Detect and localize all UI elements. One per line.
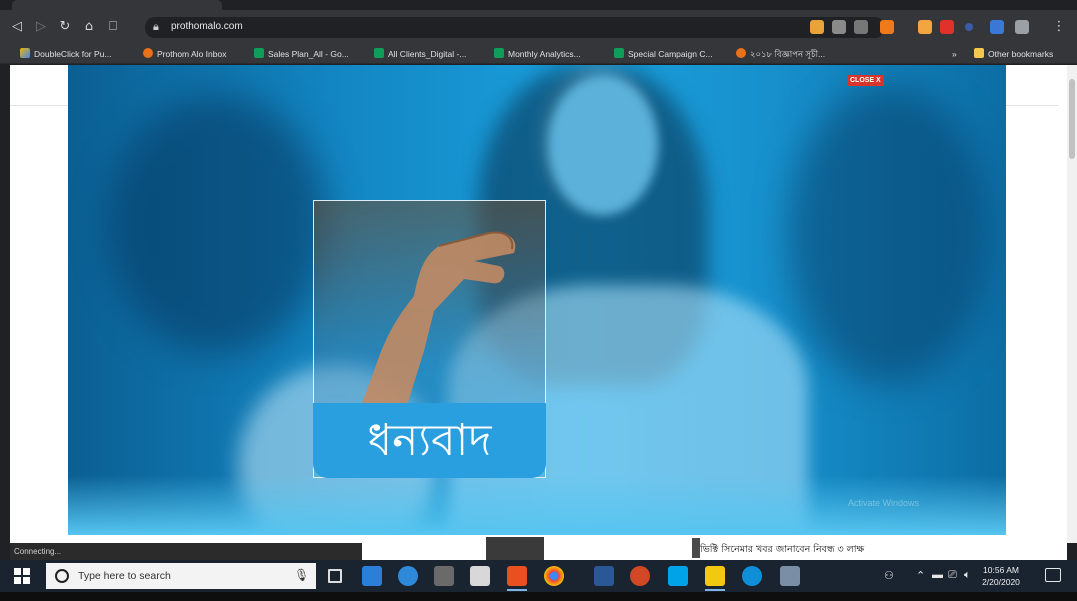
word-icon[interactable] bbox=[594, 566, 614, 586]
action-center-icon[interactable] bbox=[1045, 568, 1061, 582]
status-bubble: Connecting... bbox=[10, 543, 362, 560]
mail-icon[interactable] bbox=[470, 566, 490, 586]
sticky-notes-icon[interactable] bbox=[705, 566, 725, 591]
sheets-icon bbox=[374, 48, 384, 58]
edge-icon[interactable] bbox=[398, 566, 418, 586]
bookmarks-bar: DoubleClick for Pu... Prothom Alo Inbox … bbox=[0, 44, 1077, 64]
extension-icon[interactable] bbox=[918, 20, 932, 34]
bookmark-item[interactable]: Special Campaign C... bbox=[614, 47, 713, 61]
news-thumbnail[interactable] bbox=[486, 537, 544, 560]
folder-icon bbox=[974, 48, 984, 58]
windows-taskbar: Type here to search 🎙︎ ⚇ ⌃ ▬ ⎚ 🔈︎ 10:56 … bbox=[0, 560, 1077, 592]
windows-start-icon[interactable] bbox=[14, 568, 30, 584]
skype-app-icon[interactable] bbox=[742, 566, 762, 586]
news-strip: ভিক্টি সিনেমার খবর জানাবেন নিবন্ধ ৩ লাক্… bbox=[362, 535, 1067, 560]
zoom-icon[interactable] bbox=[854, 20, 868, 34]
bookmark-item[interactable]: All Clients_Digital -... bbox=[374, 47, 466, 61]
sheets-icon bbox=[254, 48, 264, 58]
brave-browser-icon[interactable] bbox=[507, 566, 527, 591]
bookmark-item[interactable]: Sales Plan_All - Go... bbox=[254, 47, 349, 61]
divider bbox=[1006, 105, 1058, 106]
chrome-icon[interactable] bbox=[544, 566, 564, 586]
browser-tab-strip bbox=[0, 0, 1077, 10]
clock-time: 10:56 AM bbox=[983, 565, 1019, 575]
news-thumbnail[interactable] bbox=[692, 538, 700, 558]
menu-icon[interactable]: ⋮ bbox=[1050, 18, 1068, 36]
forward-icon[interactable]: ▷ bbox=[32, 18, 50, 36]
other-bookmarks[interactable]: Other bookmarks bbox=[974, 47, 1053, 61]
ad-background-shape bbox=[788, 85, 988, 385]
taskbar-clock[interactable]: 10:56 AM 2/20/2020 bbox=[978, 564, 1024, 588]
bookmark-item[interactable]: ২০১৮ বিজ্ঞাপন সূচী... bbox=[736, 47, 825, 61]
network-icon[interactable]: ⎚ bbox=[948, 569, 957, 582]
interstitial-ad: CLOSE X ধন্যবাদ Activate Windows bbox=[68, 65, 1006, 535]
scrollbar-thumb[interactable] bbox=[1069, 79, 1075, 159]
browser-tab[interactable] bbox=[12, 0, 222, 10]
battery-icon[interactable]: ▬ bbox=[932, 569, 943, 581]
reload-icon[interactable]: ↻ bbox=[56, 18, 74, 36]
bookmark-item[interactable]: Monthly Analytics... bbox=[494, 47, 581, 61]
browser-toolbar: ◁ ▷ ↻ ⌂ ⎕ 🔒︎ prothomalo.com ⋮ bbox=[0, 10, 1077, 44]
microphone-icon[interactable]: 🎙︎ bbox=[294, 568, 309, 582]
volume-icon[interactable]: 🔈︎ bbox=[964, 569, 971, 582]
search-placeholder: Type here to search bbox=[78, 570, 171, 582]
thanks-text: ধন্যবাদ bbox=[313, 403, 546, 478]
model-face-shape bbox=[548, 75, 658, 215]
store-icon[interactable] bbox=[434, 566, 454, 586]
skype-icon[interactable] bbox=[668, 566, 688, 586]
media-player-icon[interactable] bbox=[630, 566, 650, 586]
extension-icon[interactable] bbox=[832, 20, 846, 34]
news-headline[interactable]: ভিক্টি সিনেমার খবর জানাবেন নিবন্ধ ৩ লাক্… bbox=[700, 543, 864, 558]
orange-dot-icon bbox=[736, 48, 746, 58]
taskbar-search-input[interactable]: Type here to search 🎙︎ bbox=[46, 563, 316, 589]
lock-icon: 🔒︎ bbox=[153, 20, 159, 33]
address-bar[interactable]: 🔒︎ prothomalo.com bbox=[145, 17, 885, 38]
extension-icon[interactable] bbox=[990, 20, 1004, 34]
orange-dot-icon bbox=[143, 48, 153, 58]
translate-icon[interactable] bbox=[810, 20, 824, 34]
doubleclick-icon bbox=[20, 48, 30, 58]
task-view-icon[interactable] bbox=[328, 569, 342, 583]
home-icon[interactable]: ⌂ bbox=[80, 18, 98, 36]
brave-shield-icon[interactable] bbox=[880, 20, 894, 34]
bookmark-item[interactable]: Prothom Alo Inbox bbox=[143, 47, 226, 61]
desktop-screen: ◁ ▷ ↻ ⌂ ⎕ 🔒︎ prothomalo.com ⋮ DoubleClic… bbox=[0, 0, 1077, 601]
clock-date: 2/20/2020 bbox=[982, 577, 1020, 587]
close-ad-button[interactable]: CLOSE X bbox=[847, 75, 884, 86]
network-app-icon[interactable] bbox=[780, 566, 800, 586]
bookmarks-overflow-button[interactable]: » bbox=[952, 47, 957, 61]
back-icon[interactable]: ◁ bbox=[8, 18, 26, 36]
ad-background-shape bbox=[108, 95, 328, 355]
sheets-icon bbox=[494, 48, 504, 58]
screen-bottom-edge bbox=[0, 592, 1077, 601]
address-url: prothomalo.com bbox=[171, 21, 243, 32]
show-hidden-icons-icon[interactable]: ⌃ bbox=[916, 569, 925, 582]
extension-icon[interactable] bbox=[965, 23, 973, 31]
people-icon[interactable]: ⚇ bbox=[884, 569, 894, 582]
extension-icon[interactable] bbox=[940, 20, 954, 34]
divider bbox=[10, 105, 68, 106]
cortana-icon bbox=[55, 569, 69, 583]
page-scrollbar[interactable] bbox=[1067, 65, 1077, 543]
profile-icon[interactable] bbox=[1015, 20, 1029, 34]
file-explorer-icon[interactable] bbox=[362, 566, 382, 586]
system-tray: ⚇ ⌃ ▬ ⎚ 🔈︎ 10:56 AM 2/20/2020 bbox=[880, 560, 1077, 592]
activate-windows-watermark: Activate Windows bbox=[848, 498, 920, 508]
bookmark-item[interactable]: DoubleClick for Pu... bbox=[20, 47, 111, 61]
bookmark-page-icon[interactable]: ⎕ bbox=[104, 18, 122, 36]
sheets-icon bbox=[614, 48, 624, 58]
